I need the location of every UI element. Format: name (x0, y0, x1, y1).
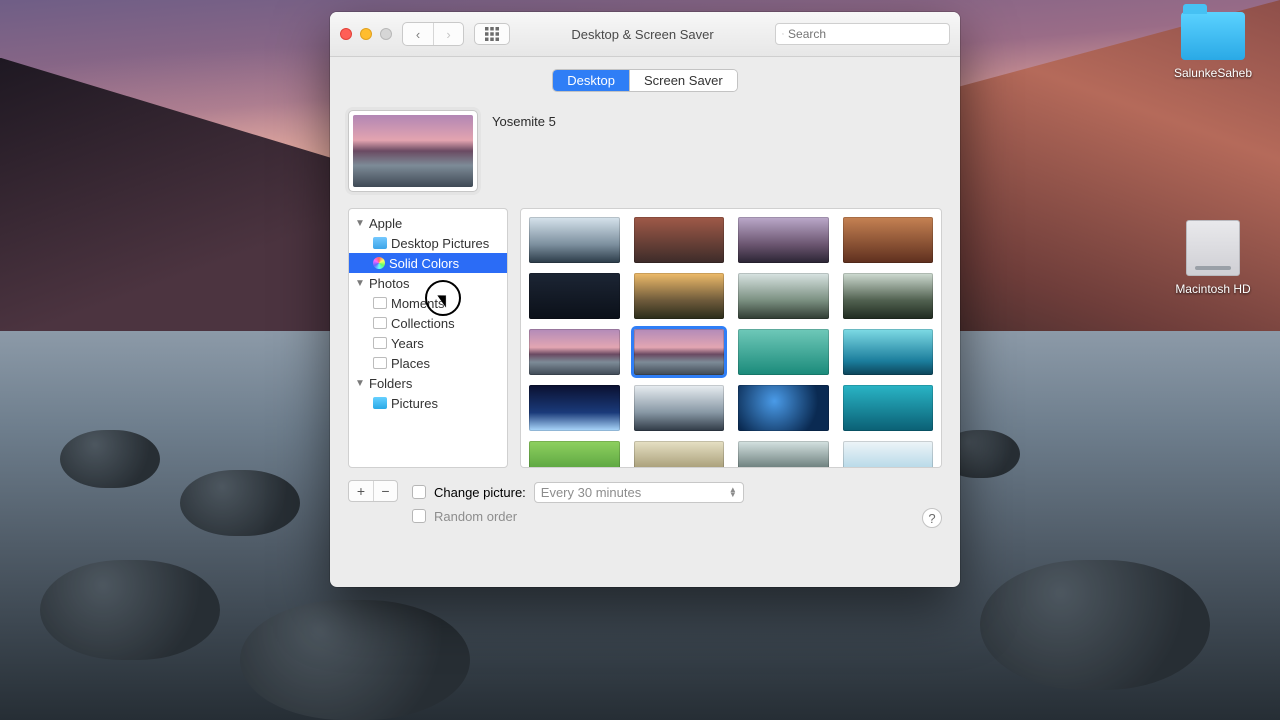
harddrive-icon (1186, 220, 1240, 276)
sidebar-item-solid-colors[interactable]: Solid Colors (349, 253, 507, 273)
sidebar-item-pictures[interactable]: Pictures (349, 393, 507, 413)
sidebar-item-label: Pictures (391, 396, 438, 411)
desktop-drive-macintosh-hd[interactable]: Macintosh HD (1168, 220, 1258, 296)
wallpaper-thumb[interactable] (529, 441, 620, 468)
sidebar-item-label: Places (391, 356, 430, 371)
sidebar-group-photos[interactable]: ▼ Photos (349, 273, 507, 293)
wallpaper-thumb[interactable] (529, 329, 620, 375)
wallpaper-thumb[interactable] (634, 217, 725, 263)
sidebar-item-desktop-pictures[interactable]: Desktop Pictures (349, 233, 507, 253)
wallpaper-thumb[interactable] (738, 385, 829, 431)
sidebar-item-label: Photos (369, 276, 409, 291)
sidebar-item-years[interactable]: Years (349, 333, 507, 353)
folder-icon (1181, 12, 1245, 60)
forward-button[interactable]: › (433, 23, 463, 45)
desktop-folder-salunkesaheb[interactable]: SalunkeSaheb (1168, 12, 1258, 80)
album-icon (373, 317, 387, 329)
window-title: Desktop & Screen Saver (571, 27, 713, 42)
wallpaper-thumb[interactable] (738, 273, 829, 319)
folder-icon (373, 237, 387, 249)
wallpaper-grid[interactable] (520, 208, 942, 468)
wallpaper-thumb[interactable] (843, 273, 934, 319)
desktop-options: Change picture: Every 30 minutes ▲▼ Rand… (412, 480, 908, 528)
tab-segmented-control: Desktop Screen Saver (552, 69, 737, 92)
change-picture-checkbox[interactable] (412, 485, 426, 499)
current-desktop-preview (348, 110, 478, 192)
sidebar-item-label: Folders (369, 376, 412, 391)
sidebar-item-label: Desktop Pictures (391, 236, 489, 251)
current-desktop-name: Yosemite 5 (492, 110, 556, 129)
sidebar-item-places[interactable]: Places (349, 353, 507, 373)
zoom-button[interactable] (380, 28, 392, 40)
album-icon (373, 357, 387, 369)
wallpaper-thumb[interactable] (634, 385, 725, 431)
add-remove-controls: + − (348, 480, 398, 502)
sidebar-item-label: Years (391, 336, 424, 351)
wallpaper-thumb[interactable] (738, 217, 829, 263)
wallpaper-thumb[interactable] (843, 217, 934, 263)
sidebar-item-label: Collections (391, 316, 455, 331)
chevron-down-icon: ▼ (355, 378, 365, 389)
wallpaper-thumb[interactable] (843, 329, 934, 375)
help-button[interactable]: ? (922, 508, 942, 528)
close-button[interactable] (340, 28, 352, 40)
change-interval-value: Every 30 minutes (541, 485, 641, 500)
random-order-checkbox[interactable] (412, 509, 426, 523)
chevron-down-icon: ▼ (355, 278, 365, 289)
sidebar-item-label: Moments (391, 296, 444, 311)
album-icon (373, 337, 387, 349)
sidebar-group-apple[interactable]: ▼ Apple (349, 213, 507, 233)
wallpaper-thumb[interactable] (529, 217, 620, 263)
search-icon (782, 28, 784, 40)
wallpaper-thumb[interactable] (738, 329, 829, 375)
wallpaper-thumb[interactable] (634, 441, 725, 468)
sidebar-group-folders[interactable]: ▼ Folders (349, 373, 507, 393)
wallpaper-thumb[interactable] (738, 441, 829, 468)
color-wheel-icon (373, 257, 385, 269)
chevron-updown-icon: ▲▼ (729, 487, 737, 497)
minimize-button[interactable] (360, 28, 372, 40)
back-button[interactable]: ‹ (403, 23, 433, 45)
change-interval-popup[interactable]: Every 30 minutes ▲▼ (534, 482, 744, 503)
sidebar-item-label: Apple (369, 216, 402, 231)
show-all-button[interactable] (474, 23, 510, 45)
desktop-item-label: Macintosh HD (1168, 282, 1258, 296)
preferences-window: ‹ › Desktop & Screen Saver Deskto (330, 12, 960, 587)
preview-image (353, 115, 473, 187)
source-sidebar[interactable]: ▼ Apple Desktop Pictures Solid Colors ▼ … (348, 208, 508, 468)
tab-screen-saver[interactable]: Screen Saver (629, 70, 737, 91)
traffic-lights (340, 28, 392, 40)
wallpaper-thumb-selected[interactable] (634, 329, 725, 375)
search-input[interactable] (788, 27, 943, 41)
wallpaper-thumb[interactable] (843, 441, 934, 468)
chevron-down-icon: ▼ (355, 218, 365, 229)
album-icon (373, 297, 387, 309)
search-field[interactable] (775, 23, 950, 45)
wallpaper-thumb[interactable] (843, 385, 934, 431)
tab-desktop[interactable]: Desktop (553, 70, 629, 91)
change-picture-label: Change picture: (434, 485, 526, 500)
random-order-label: Random order (434, 509, 517, 524)
sidebar-item-moments[interactable]: Moments (349, 293, 507, 313)
remove-folder-button[interactable]: − (373, 481, 397, 501)
wallpaper-thumb[interactable] (529, 273, 620, 319)
sidebar-item-collections[interactable]: Collections (349, 313, 507, 333)
pictures-folder-icon (373, 397, 387, 409)
window-titlebar: ‹ › Desktop & Screen Saver (330, 12, 960, 57)
add-folder-button[interactable]: + (349, 481, 373, 501)
wallpaper-thumb[interactable] (529, 385, 620, 431)
grid-icon (485, 27, 499, 41)
nav-buttons: ‹ › (402, 22, 464, 46)
sidebar-item-label: Solid Colors (389, 256, 459, 271)
wallpaper-thumb[interactable] (634, 273, 725, 319)
desktop-item-label: SalunkeSaheb (1168, 66, 1258, 80)
